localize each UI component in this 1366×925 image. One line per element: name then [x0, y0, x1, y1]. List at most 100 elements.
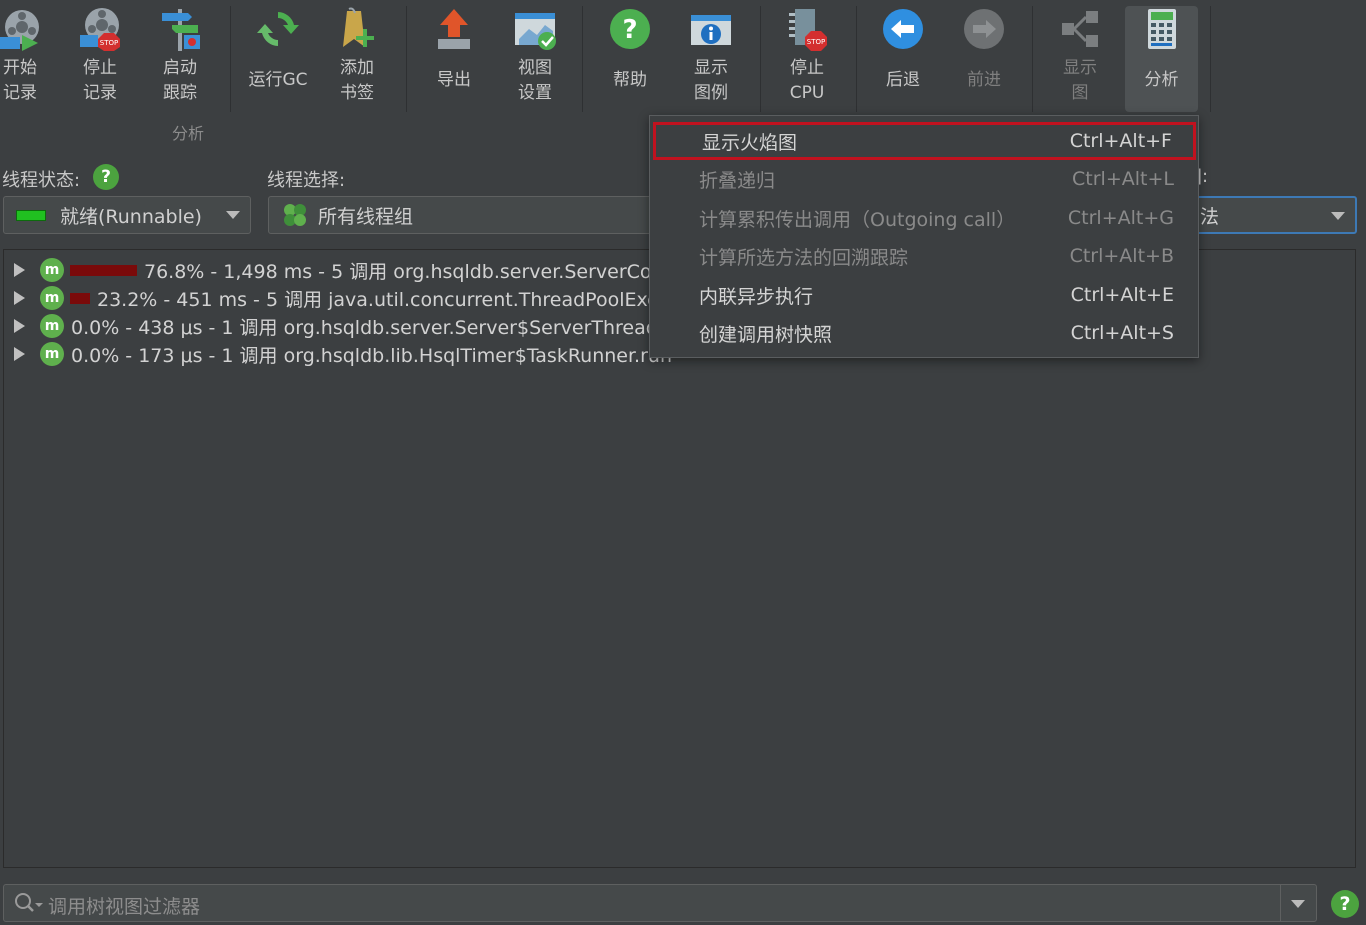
- aggregation-value: 法: [1200, 205, 1220, 228]
- filter-placeholder: 调用树视图过滤器: [48, 896, 201, 918]
- export-label: 导出: [437, 70, 471, 90]
- table-row[interactable]: m 0.0% - 438 μs - 1 调用 org.hsqldb.server.…: [4, 312, 696, 340]
- help-label: 帮助: [613, 70, 647, 90]
- call-tree-filter-input[interactable]: 调用树视图过滤器: [3, 884, 1317, 922]
- show-legend-button[interactable]: 显示 图例: [686, 6, 736, 112]
- help-button[interactable]: ? 帮助: [607, 6, 653, 112]
- start-tracking-label: 启动 跟踪: [163, 58, 197, 103]
- show-graph-label: 显示 图: [1063, 58, 1097, 103]
- thread-status-select[interactable]: 就绪(Runnable): [3, 196, 251, 234]
- toolbar-separator: [1210, 6, 1211, 112]
- forward-button[interactable]: 前进: [961, 6, 1007, 112]
- back-label: 后退: [886, 70, 920, 90]
- start-recording-label: 开始 记录: [3, 58, 37, 103]
- expand-arrow-icon[interactable]: [14, 319, 25, 333]
- expand-arrow-icon[interactable]: [14, 347, 25, 361]
- menu-item-shortcut: Ctrl+Alt+L: [1072, 168, 1174, 190]
- svg-text:?: ?: [622, 15, 637, 45]
- menu-item-shortcut: Ctrl+Alt+E: [1070, 284, 1174, 306]
- run-gc-label: 运行GC: [248, 70, 308, 90]
- cpu-stop-icon: STOP: [784, 6, 830, 52]
- method-icon: m: [40, 342, 64, 366]
- menu-item-1[interactable]: 显示火焰图 Ctrl+Alt+F: [653, 122, 1196, 160]
- graph-nodes-icon: [1057, 6, 1103, 52]
- filter-dropdown-button[interactable]: [1280, 885, 1316, 921]
- method-icon: m: [40, 286, 64, 310]
- view-settings-icon: [512, 6, 558, 52]
- call-tree-node-label: 0.0% - 438 μs - 1 调用 org.hsqldb.server.S…: [71, 316, 696, 339]
- film-reel-stop-icon: STOP: [77, 6, 123, 52]
- thread-select-label: 线程选择:: [267, 170, 346, 191]
- filter-help-icon[interactable]: ?: [1331, 890, 1359, 918]
- thread-select-combo[interactable]: 所有线程组: [268, 196, 668, 234]
- toolbar-separator: [230, 6, 231, 112]
- analyze-button[interactable]: 分析: [1125, 6, 1198, 112]
- chevron-down-icon: [1331, 212, 1345, 220]
- runnable-status-icon: [16, 209, 46, 221]
- add-bookmark-label: 添加 书签: [340, 58, 374, 103]
- bookmark-add-icon: [334, 6, 380, 52]
- stop-recording-label: 停止 记录: [83, 58, 117, 103]
- film-reel-play-icon: [0, 6, 43, 52]
- stop-cpu-button[interactable]: STOP 停止 CPU: [784, 6, 830, 112]
- menu-item-shortcut: Ctrl+Alt+F: [1069, 130, 1172, 152]
- thread-select-value: 所有线程组: [318, 205, 414, 228]
- svg-text:STOP: STOP: [807, 38, 825, 46]
- menu-item-shortcut: Ctrl+Alt+B: [1069, 245, 1174, 267]
- chevron-down-icon: [226, 211, 240, 219]
- search-icon: [14, 892, 44, 921]
- aggregation-select[interactable]: 法: [1190, 196, 1357, 234]
- call-tree-node-label: 0.0% - 173 μs - 1 调用 org.hsqldb.lib.Hsql…: [71, 344, 672, 367]
- menu-item-label: 计算累积传出调用（Outgoing call）: [699, 208, 1016, 231]
- toolbar-group-label: 分析: [172, 124, 205, 143]
- expand-arrow-icon[interactable]: [14, 291, 25, 305]
- expand-arrow-icon[interactable]: [14, 263, 25, 277]
- help-icon: ?: [607, 6, 653, 52]
- menu-item-4[interactable]: 计算所选方法的回溯跟踪 Ctrl+Alt+B: [650, 237, 1198, 275]
- thread-status-value: 就绪(Runnable): [60, 205, 202, 228]
- run-gc-button[interactable]: 运行GC: [245, 6, 311, 112]
- view-settings-button[interactable]: 视图 设置: [510, 6, 560, 112]
- menu-item-3[interactable]: 计算累积传出调用（Outgoing call） Ctrl+Alt+G: [650, 199, 1198, 237]
- menu-item-5[interactable]: 内联异步执行 Ctrl+Alt+E: [650, 276, 1198, 314]
- analyze-label: 分析: [1144, 70, 1179, 90]
- percentage-bar: [70, 292, 90, 304]
- show-graph-button[interactable]: 显示 图: [1057, 6, 1103, 112]
- start-recording-button[interactable]: 开始 记录: [0, 6, 40, 112]
- menu-item-label: 计算所选方法的回溯跟踪: [699, 246, 909, 269]
- menu-item-2[interactable]: 折叠递归 Ctrl+Alt+L: [650, 160, 1198, 198]
- method-icon: m: [40, 258, 64, 282]
- menu-item-shortcut: Ctrl+Alt+S: [1070, 322, 1174, 344]
- start-tracking-button[interactable]: 启动 跟踪: [158, 6, 202, 112]
- svg-text:STOP: STOP: [100, 39, 118, 47]
- export-arrow-icon: [431, 6, 477, 52]
- table-row[interactable]: m 0.0% - 173 μs - 1 调用 org.hsqldb.lib.Hsq…: [4, 340, 672, 368]
- toolbar-separator: [856, 6, 857, 112]
- thread-status-help-icon[interactable]: ?: [93, 164, 119, 190]
- recycle-icon: [255, 6, 301, 52]
- toolbar-separator: [406, 6, 407, 112]
- forward-arrow-icon: [961, 6, 1007, 52]
- show-legend-label: 显示 图例: [694, 58, 728, 103]
- percentage-bar: [70, 264, 137, 276]
- toolbar-separator: [1032, 6, 1033, 112]
- back-button[interactable]: 后退: [880, 6, 926, 112]
- stop-recording-button[interactable]: STOP 停止 记录: [78, 6, 122, 112]
- thread-group-icon: [282, 202, 308, 228]
- menu-item-6[interactable]: 创建调用树快照 Ctrl+Alt+S: [650, 314, 1198, 352]
- menu-item-shortcut: Ctrl+Alt+G: [1067, 207, 1174, 229]
- menu-item-label: 折叠递归: [699, 169, 776, 192]
- method-icon: m: [40, 314, 64, 338]
- menu-item-label: 内联异步执行: [699, 285, 814, 308]
- menu-item-label: 创建调用树快照: [699, 323, 833, 346]
- export-button[interactable]: 导出: [431, 6, 477, 112]
- thread-status-label: 线程状态:: [2, 170, 81, 191]
- menu-item-label: 显示火焰图: [702, 131, 798, 154]
- legend-info-icon: [688, 6, 734, 52]
- add-bookmark-button[interactable]: 添加 书签: [334, 6, 380, 112]
- tracking-icon: [157, 6, 203, 52]
- back-arrow-icon: [880, 6, 926, 52]
- toolbar-separator: [582, 6, 583, 112]
- toolbar-separator: [760, 6, 761, 112]
- forward-label: 前进: [967, 70, 1001, 90]
